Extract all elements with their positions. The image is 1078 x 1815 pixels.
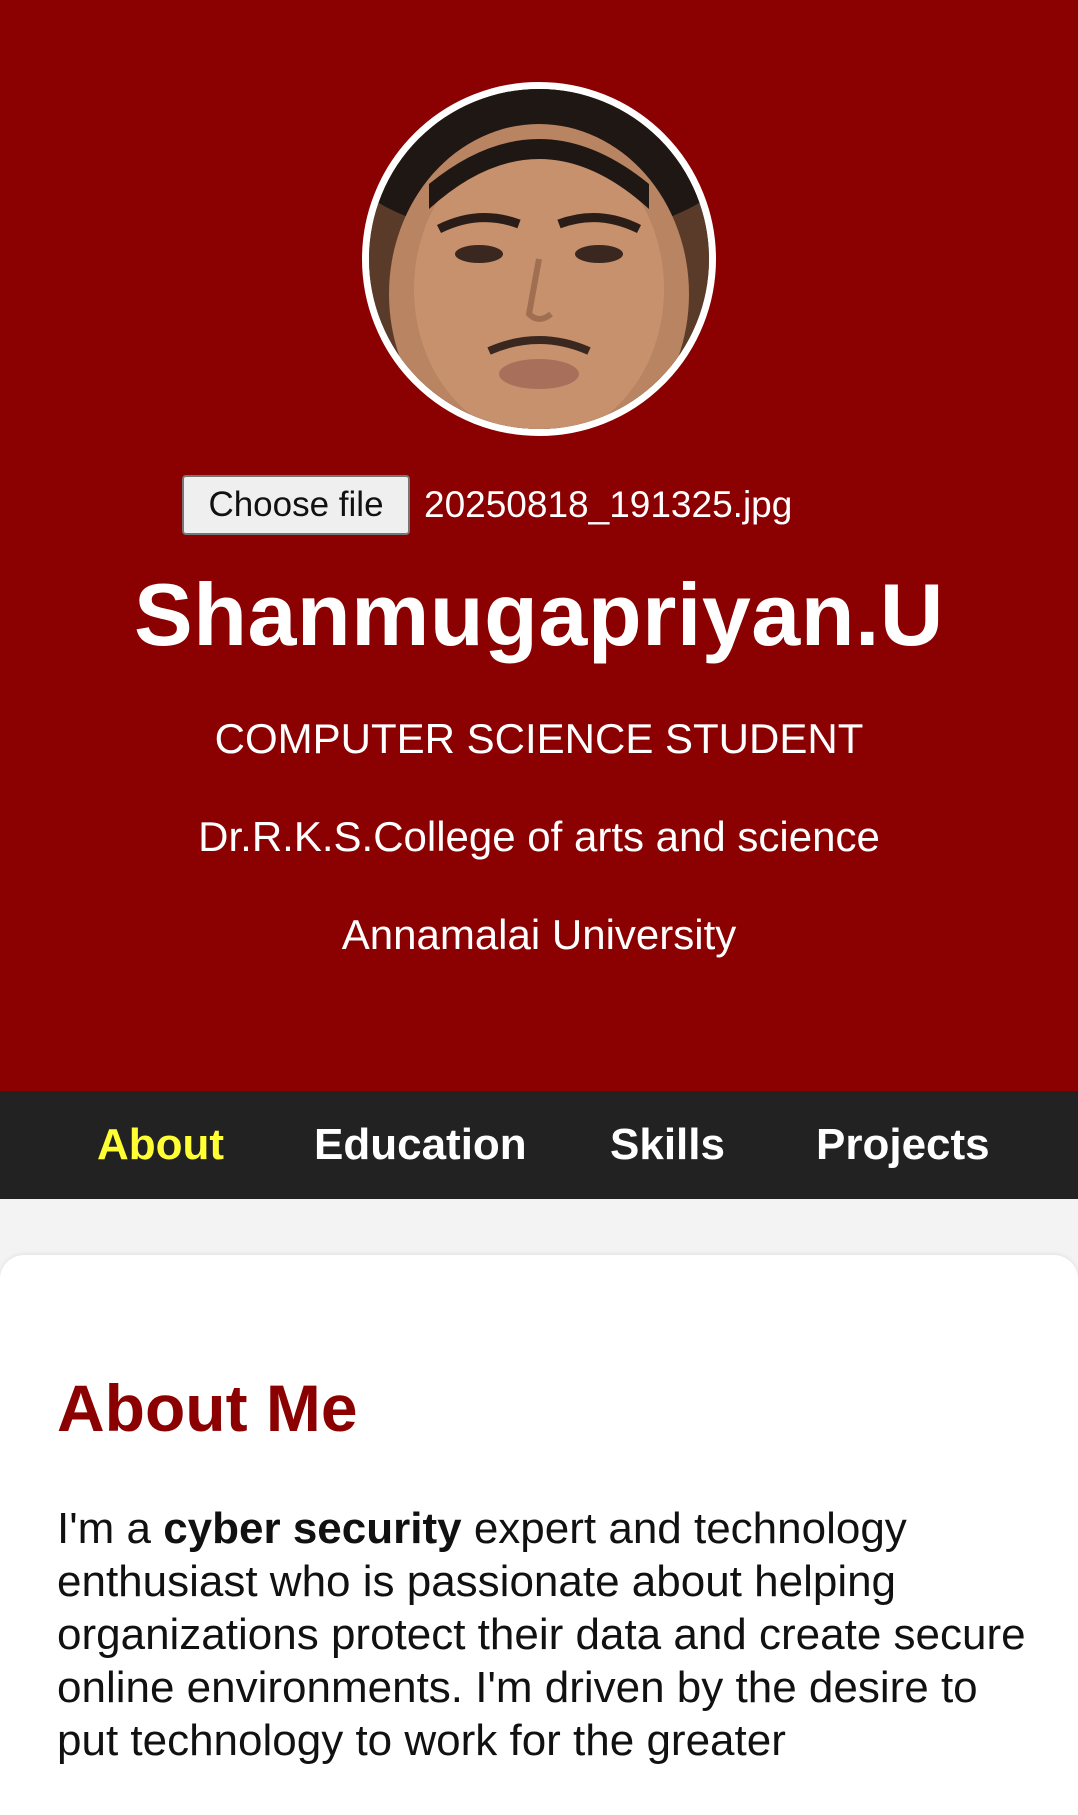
nav-item-skills[interactable]: Skills	[610, 1091, 725, 1199]
profile-name: Shanmugapriyan.U	[134, 565, 944, 664]
profile-photo-image	[369, 89, 709, 429]
nav-item-about[interactable]: About	[97, 1091, 224, 1199]
selected-file-name: 20250818_191325.jpg	[424, 484, 793, 525]
about-text-intro: I'm a	[57, 1504, 164, 1553]
main-nav: About Education Skills Projects	[0, 1091, 1078, 1199]
about-text: I'm a cyber security expert and technolo…	[57, 1502, 1037, 1767]
profile-university: Annamalai University	[341, 911, 737, 958]
file-input[interactable]: Choose file 20250818_191325.jpg	[182, 475, 792, 535]
nav-item-education[interactable]: Education	[314, 1091, 527, 1199]
about-text-highlight: cyber security	[163, 1504, 462, 1553]
profile-college: Dr.R.K.S.College of arts and science	[198, 813, 880, 860]
nav-item-projects[interactable]: Projects	[816, 1091, 990, 1199]
about-title: About Me	[57, 1371, 358, 1445]
profile-header: Choose file 20250818_191325.jpg Shanmuga…	[0, 0, 1078, 1091]
profile-role: COMPUTER SCIENCE STUDENT	[214, 715, 864, 762]
profile-photo	[362, 82, 716, 436]
choose-file-button[interactable]: Choose file	[182, 475, 410, 535]
